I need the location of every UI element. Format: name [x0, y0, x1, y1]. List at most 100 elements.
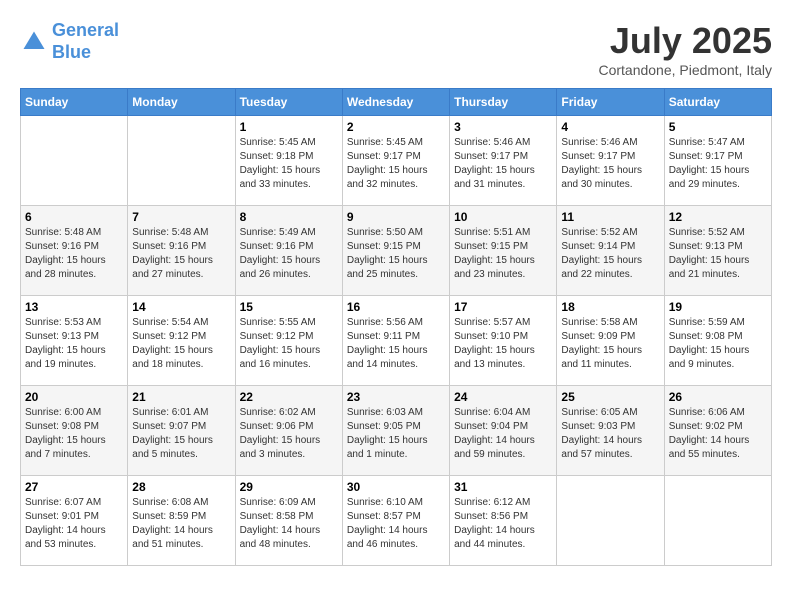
- calendar-day-cell: 5 Sunrise: 5:47 AM Sunset: 9:17 PM Daylig…: [664, 116, 771, 206]
- day-info: Sunrise: 5:52 AM Sunset: 9:13 PM Dayligh…: [669, 226, 767, 282]
- day-info: Sunrise: 6:06 AM Sunset: 9:02 PM Dayligh…: [669, 406, 767, 462]
- weekday-header-tuesday: Tuesday: [235, 89, 342, 116]
- day-number: 21: [132, 390, 230, 404]
- day-number: 19: [669, 300, 767, 314]
- calendar-day-cell: 9Sunrise: 5:50 AM Sunset: 9:15 PM Daylig…: [342, 206, 449, 296]
- day-info: Sunrise: 6:02 AM Sunset: 9:06 PM Dayligh…: [240, 406, 338, 462]
- day-info: Sunrise: 5:52 AM Sunset: 9:14 PM Dayligh…: [561, 226, 659, 282]
- day-info: Sunrise: 6:05 AM Sunset: 9:03 PM Dayligh…: [561, 406, 659, 462]
- day-info: Sunrise: 5:49 AM Sunset: 9:16 PM Dayligh…: [240, 226, 338, 282]
- calendar-day-cell: 16Sunrise: 5:56 AM Sunset: 9:11 PM Dayli…: [342, 296, 449, 386]
- day-number: 28: [132, 480, 230, 494]
- day-number: 22: [240, 390, 338, 404]
- day-info: Sunrise: 6:07 AM Sunset: 9:01 PM Dayligh…: [25, 496, 123, 552]
- calendar-day-cell: [664, 476, 771, 566]
- calendar-day-cell: 12 Sunrise: 5:52 AM Sunset: 9:13 PM Dayli…: [664, 206, 771, 296]
- calendar-day-cell: 31Sunrise: 6:12 AM Sunset: 8:56 PM Dayli…: [450, 476, 557, 566]
- day-number: 12: [669, 210, 767, 224]
- day-info: Sunrise: 6:04 AM Sunset: 9:04 PM Dayligh…: [454, 406, 552, 462]
- calendar-week-row: 6Sunrise: 5:48 AM Sunset: 9:16 PM Daylig…: [21, 206, 772, 296]
- day-number: 27: [25, 480, 123, 494]
- day-number: 20: [25, 390, 123, 404]
- calendar-day-cell: 29 Sunrise: 6:09 AM Sunset: 8:58 PM Dayli…: [235, 476, 342, 566]
- logo: General Blue: [20, 20, 119, 63]
- calendar-day-cell: 18 Sunrise: 5:58 AM Sunset: 9:09 PM Dayli…: [557, 296, 664, 386]
- day-info: Sunrise: 5:46 AM Sunset: 9:17 PM Dayligh…: [561, 136, 659, 192]
- weekday-header-thursday: Thursday: [450, 89, 557, 116]
- calendar-week-row: 1 Sunrise: 5:45 AM Sunset: 9:18 PM Daylig…: [21, 116, 772, 206]
- day-info: Sunrise: 6:03 AM Sunset: 9:05 PM Dayligh…: [347, 406, 445, 462]
- day-number: 15: [240, 300, 338, 314]
- logo-icon: [20, 28, 48, 56]
- day-number: 8: [240, 210, 338, 224]
- day-number: 31: [454, 480, 552, 494]
- calendar-day-cell: 6Sunrise: 5:48 AM Sunset: 9:16 PM Daylig…: [21, 206, 128, 296]
- day-number: 10: [454, 210, 552, 224]
- title-block: July 2025 Cortandone, Piedmont, Italy: [598, 20, 772, 78]
- calendar-day-cell: 13Sunrise: 5:53 AM Sunset: 9:13 PM Dayli…: [21, 296, 128, 386]
- day-number: 24: [454, 390, 552, 404]
- calendar-day-cell: 27 Sunrise: 6:07 AM Sunset: 9:01 PM Dayli…: [21, 476, 128, 566]
- day-info: Sunrise: 5:47 AM Sunset: 9:17 PM Dayligh…: [669, 136, 767, 192]
- day-number: 29: [240, 480, 338, 494]
- weekday-header-wednesday: Wednesday: [342, 89, 449, 116]
- day-number: 4: [561, 120, 659, 134]
- day-number: 18: [561, 300, 659, 314]
- day-info: Sunrise: 6:10 AM Sunset: 8:57 PM Dayligh…: [347, 496, 445, 552]
- day-info: Sunrise: 5:51 AM Sunset: 9:15 PM Dayligh…: [454, 226, 552, 282]
- calendar-day-cell: 4 Sunrise: 5:46 AM Sunset: 9:17 PM Daylig…: [557, 116, 664, 206]
- calendar-day-cell: 23 Sunrise: 6:03 AM Sunset: 9:05 PM Dayli…: [342, 386, 449, 476]
- day-info: Sunrise: 5:46 AM Sunset: 9:17 PM Dayligh…: [454, 136, 552, 192]
- calendar-day-cell: 7 Sunrise: 5:48 AM Sunset: 9:16 PM Daylig…: [128, 206, 235, 296]
- day-number: 7: [132, 210, 230, 224]
- calendar-day-cell: 20 Sunrise: 6:00 AM Sunset: 9:08 PM Dayli…: [21, 386, 128, 476]
- day-info: Sunrise: 5:45 AM Sunset: 9:17 PM Dayligh…: [347, 136, 445, 192]
- weekday-header-row: SundayMondayTuesdayWednesdayThursdayFrid…: [21, 89, 772, 116]
- calendar-day-cell: 8 Sunrise: 5:49 AM Sunset: 9:16 PM Daylig…: [235, 206, 342, 296]
- calendar-day-cell: 30 Sunrise: 6:10 AM Sunset: 8:57 PM Dayli…: [342, 476, 449, 566]
- day-number: 25: [561, 390, 659, 404]
- day-number: 2: [347, 120, 445, 134]
- logo-general: General: [52, 20, 119, 40]
- day-number: 1: [240, 120, 338, 134]
- day-number: 14: [132, 300, 230, 314]
- calendar-day-cell: 25 Sunrise: 6:05 AM Sunset: 9:03 PM Dayli…: [557, 386, 664, 476]
- day-number: 16: [347, 300, 445, 314]
- calendar-day-cell: 2 Sunrise: 5:45 AM Sunset: 9:17 PM Daylig…: [342, 116, 449, 206]
- calendar-day-cell: 14Sunrise: 5:54 AM Sunset: 9:12 PM Dayli…: [128, 296, 235, 386]
- day-info: Sunrise: 6:08 AM Sunset: 8:59 PM Dayligh…: [132, 496, 230, 552]
- calendar-day-cell: 3 Sunrise: 5:46 AM Sunset: 9:17 PM Daylig…: [450, 116, 557, 206]
- day-info: Sunrise: 6:01 AM Sunset: 9:07 PM Dayligh…: [132, 406, 230, 462]
- day-number: 30: [347, 480, 445, 494]
- day-info: Sunrise: 5:53 AM Sunset: 9:13 PM Dayligh…: [25, 316, 123, 372]
- day-number: 17: [454, 300, 552, 314]
- day-number: 5: [669, 120, 767, 134]
- calendar-day-cell: 10 Sunrise: 5:51 AM Sunset: 9:15 PM Dayli…: [450, 206, 557, 296]
- logo-text: General Blue: [52, 20, 119, 63]
- calendar-week-row: 20 Sunrise: 6:00 AM Sunset: 9:08 PM Dayli…: [21, 386, 772, 476]
- day-info: Sunrise: 5:57 AM Sunset: 9:10 PM Dayligh…: [454, 316, 552, 372]
- day-info: Sunrise: 5:58 AM Sunset: 9:09 PM Dayligh…: [561, 316, 659, 372]
- calendar-table: SundayMondayTuesdayWednesdayThursdayFrid…: [20, 88, 772, 566]
- day-info: Sunrise: 5:48 AM Sunset: 9:16 PM Dayligh…: [132, 226, 230, 282]
- calendar-day-cell: 26 Sunrise: 6:06 AM Sunset: 9:02 PM Dayli…: [664, 386, 771, 476]
- day-info: Sunrise: 6:00 AM Sunset: 9:08 PM Dayligh…: [25, 406, 123, 462]
- page-header: General Blue July 2025 Cortandone, Piedm…: [20, 20, 772, 78]
- day-number: 3: [454, 120, 552, 134]
- day-info: Sunrise: 5:45 AM Sunset: 9:18 PM Dayligh…: [240, 136, 338, 192]
- day-number: 23: [347, 390, 445, 404]
- weekday-header-sunday: Sunday: [21, 89, 128, 116]
- location-text: Cortandone, Piedmont, Italy: [598, 62, 772, 78]
- day-info: Sunrise: 6:09 AM Sunset: 8:58 PM Dayligh…: [240, 496, 338, 552]
- calendar-day-cell: 11Sunrise: 5:52 AM Sunset: 9:14 PM Dayli…: [557, 206, 664, 296]
- calendar-day-cell: 28 Sunrise: 6:08 AM Sunset: 8:59 PM Dayli…: [128, 476, 235, 566]
- day-info: Sunrise: 5:59 AM Sunset: 9:08 PM Dayligh…: [669, 316, 767, 372]
- weekday-header-friday: Friday: [557, 89, 664, 116]
- calendar-week-row: 27 Sunrise: 6:07 AM Sunset: 9:01 PM Dayli…: [21, 476, 772, 566]
- calendar-day-cell: 24 Sunrise: 6:04 AM Sunset: 9:04 PM Dayli…: [450, 386, 557, 476]
- day-number: 26: [669, 390, 767, 404]
- day-info: Sunrise: 5:55 AM Sunset: 9:12 PM Dayligh…: [240, 316, 338, 372]
- day-info: Sunrise: 5:48 AM Sunset: 9:16 PM Dayligh…: [25, 226, 123, 282]
- calendar-day-cell: 19 Sunrise: 5:59 AM Sunset: 9:08 PM Dayli…: [664, 296, 771, 386]
- calendar-day-cell: [128, 116, 235, 206]
